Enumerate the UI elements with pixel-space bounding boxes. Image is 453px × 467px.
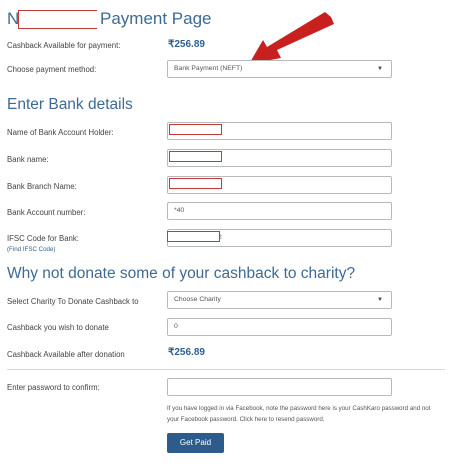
facebook-note: If you have logged in via Facebook, note… (167, 405, 431, 423)
payment-method-selected: Bank Payment (NEFT) (174, 65, 243, 72)
donate-value: 0 (174, 323, 178, 330)
branch-name-label: Bank Branch Name: (7, 182, 77, 191)
redaction-box (169, 178, 222, 189)
password-label: Enter password to confirm: (7, 383, 100, 392)
cashback-label: Cashback Available for payment: (7, 41, 121, 50)
page-title-suffix: Payment Page (100, 9, 212, 28)
find-ifsc-link[interactable]: (Find IFSC Code) (7, 246, 55, 253)
redaction-box (18, 10, 97, 29)
bank-details-heading: Enter Bank details (7, 96, 133, 113)
cashback-value: ₹256.89 (168, 39, 205, 50)
account-number-value: *40 (174, 207, 185, 214)
bank-name-label: Bank name: (7, 155, 49, 164)
account-number-label: Bank Account number: (7, 208, 86, 217)
charity-select-value: Choose Charity (174, 296, 221, 303)
after-donation-label: Cashback Available after donation (7, 350, 125, 359)
donate-label: Cashback you wish to donate (7, 323, 109, 332)
redaction-box (169, 124, 222, 135)
select-charity-label: Select Charity To Donate Cashback to (7, 297, 139, 306)
account-number-input[interactable]: *40 (167, 202, 392, 220)
account-holder-label: Name of Bank Account Holder: (7, 128, 114, 137)
password-input[interactable] (167, 378, 392, 396)
ifsc-label: IFSC Code for Bank: (7, 234, 79, 243)
charity-heading: Why not donate some of your cashback to … (7, 265, 356, 282)
payment-method-select[interactable]: Bank Payment (NEFT) (167, 60, 392, 78)
payment-method-label: Choose payment method: (7, 65, 97, 74)
charity-select[interactable]: Choose Charity (167, 291, 392, 309)
get-paid-button[interactable]: Get Paid (167, 433, 224, 453)
donate-input[interactable]: 0 (167, 318, 392, 336)
after-donation-value: ₹256.89 (168, 347, 205, 358)
divider (7, 369, 445, 370)
redaction-box (167, 231, 220, 242)
redaction-box (169, 151, 222, 162)
